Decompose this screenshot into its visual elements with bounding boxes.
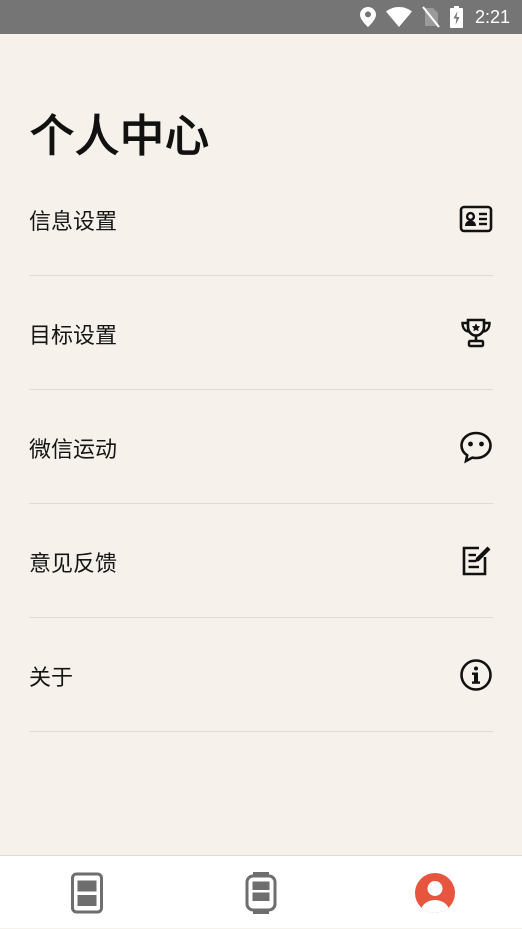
watch-tab-icon — [244, 871, 278, 915]
status-bar: 2:21 — [0, 0, 522, 34]
menu-item-label: 微信运动 — [29, 438, 118, 463]
menu-item-label: 目标设置 — [29, 324, 118, 349]
menu-item-label: 信息设置 — [29, 210, 118, 235]
menu-item-feedback[interactable]: 意见反馈 — [29, 504, 493, 618]
menu-item-label: 关于 — [29, 666, 74, 691]
feedback-edit-icon — [459, 544, 493, 578]
id-card-icon — [459, 202, 493, 236]
tab-phone[interactable] — [0, 856, 174, 929]
tab-watch[interactable] — [174, 856, 348, 929]
menu-item-label: 意见反馈 — [29, 552, 118, 577]
menu-item-wechat-sports[interactable]: 微信运动 — [29, 390, 493, 504]
profile-tab-icon — [414, 872, 456, 914]
status-icons: 2:21 — [359, 0, 510, 34]
menu-item-info-settings[interactable]: 信息设置 — [29, 162, 493, 276]
tab-profile[interactable] — [348, 856, 522, 929]
trophy-icon — [459, 316, 493, 350]
status-time: 2:21 — [474, 6, 510, 27]
battery-charging-icon — [449, 6, 463, 28]
settings-menu: 信息设置 目标设置 微信运动 意见反馈 关于 — [29, 162, 493, 732]
menu-item-about[interactable]: 关于 — [29, 618, 493, 732]
wifi-icon — [385, 7, 412, 27]
page-title: 个人中心 — [30, 111, 210, 162]
wechat-icon — [459, 430, 493, 464]
phone-tab-icon — [70, 872, 104, 914]
menu-item-goal-settings[interactable]: 目标设置 — [29, 276, 493, 390]
info-icon — [459, 658, 493, 692]
location-icon — [359, 7, 376, 27]
no-sim-icon — [422, 6, 440, 28]
bottom-nav — [0, 855, 522, 928]
